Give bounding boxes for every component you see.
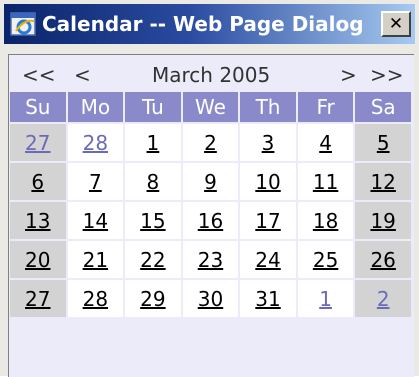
day-cell-other-month[interactable]: 1 xyxy=(297,280,354,317)
weekday-header: Mo xyxy=(67,92,124,122)
window-title: Calendar -- Web Page Dialog xyxy=(42,12,364,36)
weekday-header-row: Su Mo Tu We Th Fr Sa xyxy=(10,92,411,122)
day-cell[interactable]: 28 xyxy=(67,280,124,317)
day-cell-other-month[interactable]: 28 xyxy=(67,124,124,161)
day-cell[interactable]: 16 xyxy=(182,202,239,239)
week-row: 13 14 15 16 17 18 19 xyxy=(10,202,411,239)
close-icon: ✕ xyxy=(388,13,404,34)
day-cell[interactable]: 13 xyxy=(10,202,66,239)
day-cell[interactable]: 4 xyxy=(297,124,354,161)
day-cell[interactable]: 23 xyxy=(182,241,239,278)
weekday-header: Su xyxy=(10,92,66,122)
calendar-table: Su Mo Tu We Th Fr Sa 27 28 1 2 3 4 5 6 7 8 9 10 11 12… xyxy=(8,90,413,319)
day-cell[interactable]: 30 xyxy=(182,280,239,317)
week-row: 6 7 8 9 10 11 12 xyxy=(10,163,411,200)
month-year-label: March 2005 xyxy=(152,63,271,87)
day-cell[interactable]: 19 xyxy=(355,202,411,239)
calendar-grid: Su Mo Tu We Th Fr Sa 27 28 1 2 3 4 5 6 7 8 9 10 11 12… xyxy=(8,90,413,319)
day-cell[interactable]: 29 xyxy=(125,280,181,317)
day-cell[interactable]: 20 xyxy=(10,241,66,278)
ie-icon xyxy=(10,12,36,36)
weekday-header: We xyxy=(182,92,239,122)
day-cell-other-month[interactable]: 27 xyxy=(10,124,66,161)
day-cell[interactable]: 15 xyxy=(125,202,181,239)
next-month-button[interactable]: > xyxy=(340,62,357,88)
close-button[interactable]: ✕ xyxy=(381,11,411,37)
month-navigation: << < March 2005 > >> xyxy=(12,60,413,90)
day-cell[interactable]: 7 xyxy=(67,163,124,200)
prev-year-button[interactable]: << xyxy=(22,62,56,88)
day-cell[interactable]: 3 xyxy=(240,124,296,161)
day-cell[interactable]: 10 xyxy=(240,163,296,200)
next-year-button[interactable]: >> xyxy=(370,62,404,88)
day-cell[interactable]: 6 xyxy=(10,163,66,200)
day-cell[interactable]: 8 xyxy=(125,163,181,200)
weekday-header: Tu xyxy=(125,92,181,122)
day-cell[interactable]: 27 xyxy=(10,280,66,317)
day-cell[interactable]: 1 xyxy=(125,124,181,161)
day-cell[interactable]: 17 xyxy=(240,202,296,239)
title-bar[interactable]: Calendar -- Web Page Dialog ✕ xyxy=(4,4,415,44)
day-cell[interactable]: 12 xyxy=(355,163,411,200)
week-row: 20 21 22 23 24 25 26 xyxy=(10,241,411,278)
day-cell[interactable]: 31 xyxy=(240,280,296,317)
dialog-window: Calendar -- Web Page Dialog ✕ << < March… xyxy=(0,0,419,377)
weekday-header: Th xyxy=(240,92,296,122)
week-row: 27 28 29 30 31 1 2 xyxy=(10,280,411,317)
day-cell[interactable]: 24 xyxy=(240,241,296,278)
weekday-header: Fr xyxy=(297,92,354,122)
day-cell[interactable]: 26 xyxy=(355,241,411,278)
day-cell[interactable]: 9 xyxy=(182,163,239,200)
weekday-header: Sa xyxy=(355,92,411,122)
day-cell[interactable]: 2 xyxy=(182,124,239,161)
week-row: 27 28 1 2 3 4 5 xyxy=(10,124,411,161)
day-cell[interactable]: 25 xyxy=(297,241,354,278)
day-cell[interactable]: 21 xyxy=(67,241,124,278)
day-cell[interactable]: 11 xyxy=(297,163,354,200)
day-cell[interactable]: 18 xyxy=(297,202,354,239)
day-cell[interactable]: 5 xyxy=(355,124,411,161)
day-cell[interactable]: 22 xyxy=(125,241,181,278)
day-cell[interactable]: 14 xyxy=(67,202,124,239)
day-cell-other-month[interactable]: 2 xyxy=(355,280,411,317)
prev-month-button[interactable]: < xyxy=(74,62,91,88)
